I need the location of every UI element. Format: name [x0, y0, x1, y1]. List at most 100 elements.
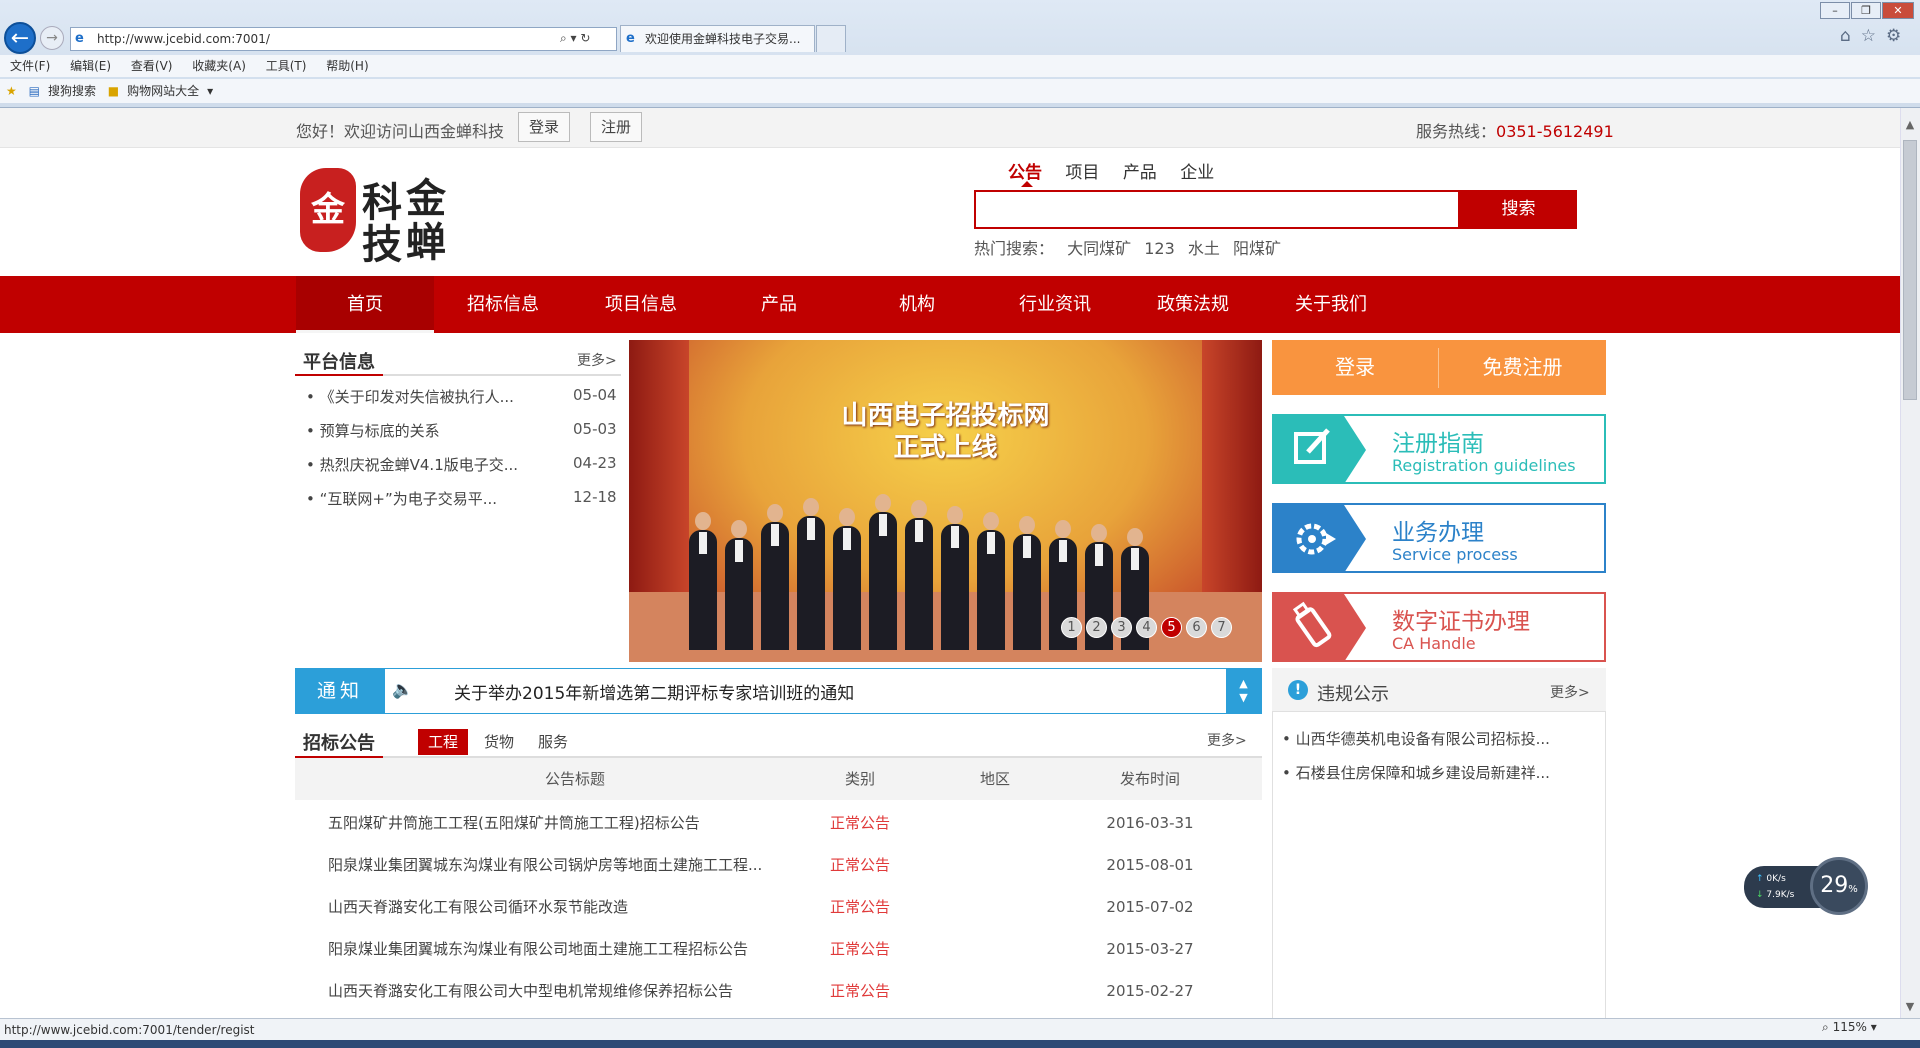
row-title[interactable]: 山西天脊潞安化工有限公司大中型电机常规维修保养招标公告	[328, 970, 798, 1012]
tender-more-link[interactable]: 更多>	[1207, 730, 1247, 750]
card-registration-guide[interactable]: 注册指南 Registration guidelines	[1272, 414, 1606, 484]
hotline-number: 0351-5612491	[1496, 122, 1614, 141]
hot-term[interactable]: 阳煤矿	[1233, 239, 1281, 258]
search-button[interactable]: 搜索	[1460, 190, 1577, 229]
banner-person	[797, 498, 825, 650]
nav-products[interactable]: 产品	[710, 276, 848, 333]
search-tabs: 公告 项目 产品 企业	[1008, 158, 1232, 183]
violation-item[interactable]: • 山西华德英机电设备有限公司招标投...	[1282, 728, 1550, 749]
nav-about[interactable]: 关于我们	[1262, 276, 1400, 333]
carousel-dot[interactable]: 2	[1086, 617, 1107, 638]
window-controls[interactable]: – ❐ ✕	[1820, 2, 1916, 20]
menu-view[interactable]: 查看(V)	[131, 55, 173, 77]
card-subtitle: Service process	[1392, 545, 1518, 564]
browser-right-icons[interactable]: ⌂☆⚙	[1840, 26, 1920, 46]
row-title[interactable]: 阳泉煤业集团翼城东沟煤业有限公司地面土建施工工程招标公告	[328, 928, 798, 970]
cpu-value: 29	[1820, 873, 1849, 898]
carousel-dot[interactable]: 6	[1186, 617, 1207, 638]
notice-text[interactable]: 关于举办2015年新增选第二期评标专家培训班的通知	[454, 679, 854, 704]
tender-tab-engineering[interactable]: 工程	[418, 729, 469, 755]
list-date: 05-03	[573, 420, 617, 438]
violation-more-link[interactable]: 更多>	[1550, 682, 1590, 702]
card-service-process[interactable]: 业务办理 Service process	[1272, 503, 1606, 573]
home-icon[interactable]: ⌂	[1840, 26, 1861, 46]
menu-favorites[interactable]: 收藏夹(A)	[192, 55, 246, 77]
search-tab-company[interactable]: 企业	[1180, 163, 1214, 183]
carousel-dot[interactable]: 3	[1111, 617, 1132, 638]
list-item[interactable]: • 《关于印发对失信被执行人...	[306, 386, 514, 407]
carousel-dot[interactable]: 1	[1061, 617, 1082, 638]
search-tab-product[interactable]: 产品	[1123, 163, 1157, 183]
cpu-usage-circle: 29%	[1810, 857, 1868, 915]
dropdown-icon[interactable]: ▾	[207, 79, 213, 103]
row-date: 2015-02-27	[1106, 982, 1194, 1000]
up-arrow-icon: ↑	[1756, 874, 1764, 884]
nav-policies[interactable]: 政策法规	[1124, 276, 1262, 333]
restore-icon[interactable]: ❐	[1851, 2, 1881, 19]
address-tools[interactable]: ⌕ ▾ ↻	[560, 28, 615, 48]
card-ca-handle[interactable]: 数字证书办理 CA Handle	[1272, 592, 1606, 662]
platform-more-link[interactable]: 更多>	[577, 350, 617, 370]
list-item[interactable]: • “互联网+”为电子交易平...	[306, 488, 497, 509]
arrow-down-icon[interactable]: ▼	[1226, 691, 1261, 705]
nav-home[interactable]: 首页	[296, 276, 434, 333]
list-item[interactable]: • 预算与标底的关系	[306, 420, 440, 441]
hot-search-label: 热门搜索：	[974, 239, 1055, 258]
search-input[interactable]	[974, 190, 1460, 229]
hot-term[interactable]: 水土	[1188, 239, 1220, 258]
carousel-dot-active[interactable]: 5	[1161, 617, 1182, 638]
login-link[interactable]: 登录	[518, 112, 571, 142]
tender-tab-goods[interactable]: 货物	[474, 729, 524, 755]
minimize-icon[interactable]: –	[1820, 2, 1850, 19]
banner-carousel[interactable]: 山西电子招投标网 正式上线	[629, 340, 1262, 662]
scroll-down-icon[interactable]: ▼	[1900, 1000, 1920, 1020]
arrow-up-icon[interactable]: ▲	[1226, 677, 1261, 691]
hot-term[interactable]: 大同煤矿	[1067, 239, 1131, 258]
favorites-star-icon[interactable]: ★	[6, 79, 17, 103]
carousel-dot[interactable]: 4	[1136, 617, 1157, 638]
nav-industry-news[interactable]: 行业资讯	[986, 276, 1124, 333]
site-logo[interactable]: 金 科 金 技 蝉	[300, 160, 452, 268]
search-tab-project[interactable]: 项目	[1065, 163, 1099, 183]
free-register-button[interactable]: 免费注册	[1439, 340, 1606, 395]
back-button[interactable]: ←	[4, 22, 36, 54]
row-title[interactable]: 阳泉煤业集团翼城东沟煤业有限公司锅炉房等地面土建施工工程...	[328, 844, 798, 886]
menu-file[interactable]: 文件(F)	[10, 55, 50, 77]
table-row[interactable]: 阳泉煤业集团翼城东沟煤业有限公司地面土建施工工程招标公告 正常公告 2015-03-…	[295, 928, 1262, 970]
close-icon[interactable]: ✕	[1882, 2, 1914, 19]
scrollbar-thumb[interactable]	[1903, 140, 1917, 400]
table-row[interactable]: 五阳煤矿井筒施工工程(五阳煤矿井筒施工工程)招标公告 正常公告 2016-03-31	[295, 802, 1262, 844]
menu-edit[interactable]: 编辑(E)	[70, 55, 111, 77]
table-row[interactable]: 阳泉煤业集团翼城东沟煤业有限公司锅炉房等地面土建施工工程... 正常公告 2015-…	[295, 844, 1262, 886]
tender-tab-services[interactable]: 服务	[528, 729, 578, 755]
nav-agencies[interactable]: 机构	[848, 276, 986, 333]
address-bar[interactable]: http://www.jcebid.com:7001/	[70, 27, 617, 51]
fav-shopping[interactable]: 购物网站大全	[127, 79, 199, 103]
gear-icon[interactable]: ⚙	[1886, 26, 1911, 46]
row-title[interactable]: 五阳煤矿井筒施工工程(五阳煤矿井筒施工工程)招标公告	[328, 802, 798, 844]
menu-help[interactable]: 帮助(H)	[326, 55, 368, 77]
fav-sogou[interactable]: 搜狗搜索	[48, 79, 96, 103]
new-tab-button[interactable]	[816, 25, 846, 52]
table-row[interactable]: 山西天脊潞安化工有限公司循环水泵节能改造 正常公告 2015-07-02	[295, 886, 1262, 928]
nav-projects[interactable]: 项目信息	[572, 276, 710, 333]
table-row[interactable]: 山西天脊潞安化工有限公司大中型电机常规维修保养招标公告 正常公告 2015-02-2…	[295, 970, 1262, 1012]
zoom-level[interactable]: ⌕ 115% ▾	[1822, 1020, 1877, 1035]
scroll-up-icon[interactable]: ▲	[1900, 118, 1920, 138]
violation-item[interactable]: • 石楼县住房保障和城乡建设局新建祥...	[1282, 762, 1550, 783]
list-item[interactable]: • 热烈庆祝金蝉V4.1版电子交...	[306, 454, 518, 475]
carousel-dot[interactable]: 7	[1211, 617, 1232, 638]
register-link[interactable]: 注册	[590, 112, 643, 142]
row-date: 2015-08-01	[1106, 856, 1194, 874]
banner-title-line: 山西电子招投标网	[841, 401, 1050, 431]
hot-term[interactable]: 123	[1144, 239, 1175, 258]
menu-tools[interactable]: 工具(T)	[266, 55, 307, 77]
star-icon[interactable]: ☆	[1861, 26, 1886, 46]
nav-bidding[interactable]: 招标信息	[434, 276, 572, 333]
side-login-button[interactable]: 登录	[1272, 340, 1438, 395]
row-title[interactable]: 山西天脊潞安化工有限公司循环水泵节能改造	[328, 886, 798, 928]
forward-button[interactable]: →	[40, 26, 64, 50]
notice-scroll-arrows[interactable]: ▲ ▼	[1226, 669, 1261, 713]
search-tab-notice[interactable]: 公告	[1008, 163, 1042, 183]
browser-tab[interactable]: 欢迎使用金蝉科技电子交易...	[620, 25, 815, 52]
